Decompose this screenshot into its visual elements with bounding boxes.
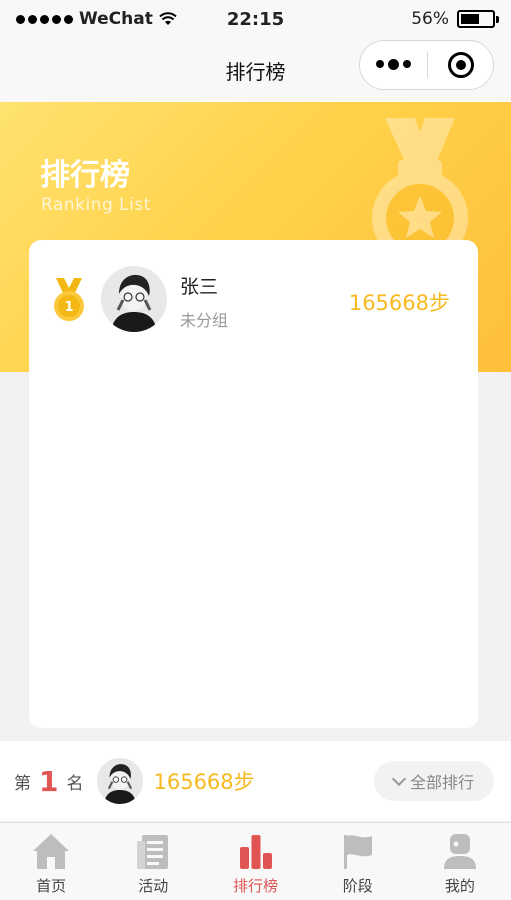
all-rankings-button[interactable]: 全部排行	[374, 761, 494, 801]
tab-stage[interactable]: 阶段	[307, 823, 409, 900]
chevron-down-icon	[391, 771, 407, 786]
my-rank-bar: 第 1 名 165668步 全部排行	[0, 741, 511, 821]
banner-subtitle: Ranking List	[41, 195, 151, 215]
my-steps: 165668步	[153, 770, 255, 794]
all-rankings-label: 全部排行	[409, 773, 474, 792]
tab-ranking[interactable]: 排行榜	[204, 823, 306, 900]
user-avatar-icon	[97, 758, 144, 804]
battery-icon	[457, 10, 499, 28]
more-options-icon[interactable]	[360, 58, 427, 70]
my-rank-number: 1	[39, 764, 59, 798]
tab-label: 活动	[138, 877, 169, 895]
rank-suffix: 名	[66, 773, 84, 794]
home-icon	[33, 834, 70, 869]
medal-rank-number: 1	[64, 300, 73, 315]
rank-prefix: 第	[14, 773, 31, 794]
banner-title: 排行榜	[40, 158, 130, 193]
user-group: 未分组	[180, 311, 229, 330]
user-name: 张三	[180, 276, 219, 298]
miniprogram-capsule	[359, 40, 494, 90]
gold-medal-icon: 1	[54, 278, 84, 321]
tab-label: 阶段	[342, 877, 373, 895]
avatar	[101, 266, 167, 332]
profile-icon	[443, 834, 476, 869]
my-avatar	[97, 758, 144, 804]
flag-icon	[343, 835, 372, 869]
tab-label: 首页	[36, 877, 67, 895]
tab-label: 我的	[444, 877, 475, 895]
close-miniprogram-button[interactable]	[428, 52, 493, 78]
status-bar: WeChat 22:15 56%	[0, 0, 511, 38]
ranking-icon	[239, 835, 272, 869]
close-target-icon	[447, 52, 474, 78]
clock: 22:15	[226, 8, 285, 30]
tab-bar: 首页 活动 排行榜 阶段 我的	[0, 822, 511, 900]
tab-activity[interactable]: 活动	[102, 823, 204, 900]
page-title: 排行榜	[225, 59, 286, 84]
tab-profile[interactable]: 我的	[409, 823, 511, 900]
tab-home[interactable]: 首页	[0, 823, 102, 900]
user-steps: 165668步	[348, 291, 450, 315]
ranking-list-card: 1 张三 未分组 165668步	[29, 240, 478, 728]
ranking-row[interactable]: 1 张三 未分组 165668步	[29, 240, 478, 358]
activity-icon	[137, 835, 169, 869]
user-avatar-icon	[101, 266, 167, 332]
navigation-bar: 排行榜	[0, 38, 511, 102]
tab-label: 排行榜	[233, 877, 279, 895]
